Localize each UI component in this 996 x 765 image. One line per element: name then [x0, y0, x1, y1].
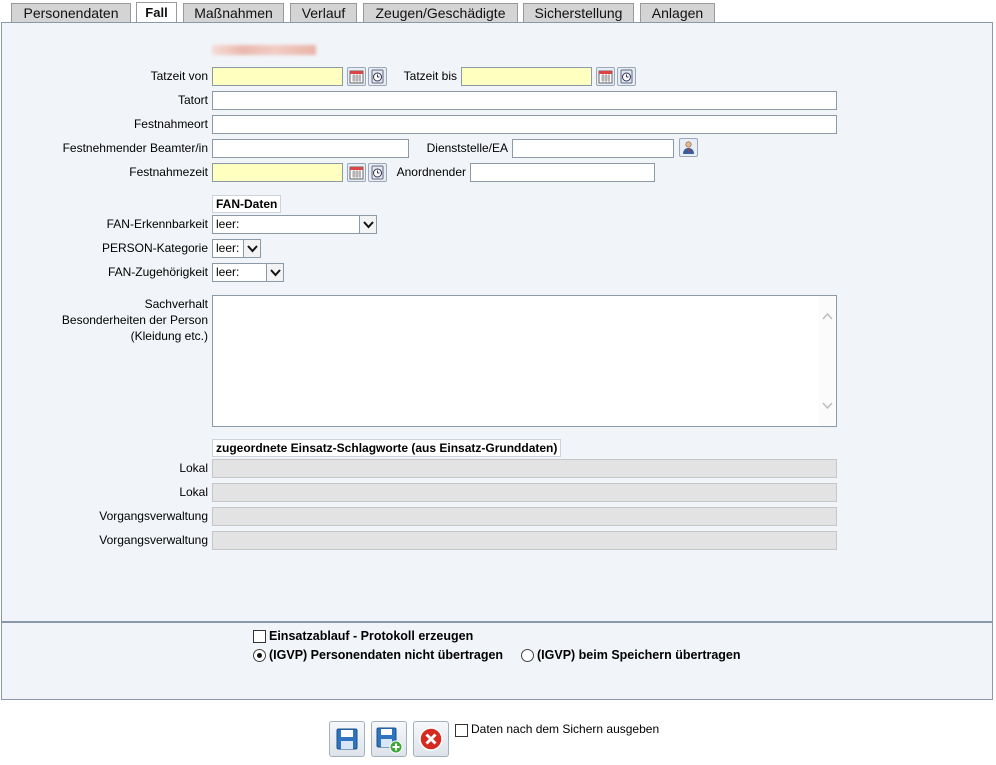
festnahmeort-input[interactable]	[212, 115, 837, 134]
festnahmezeit-input[interactable]	[212, 163, 343, 182]
schlagwort-field	[212, 459, 837, 478]
calendar-button[interactable]	[596, 67, 615, 86]
scroll-down-icon	[822, 402, 833, 410]
clock-icon	[620, 69, 633, 84]
sachverhalt-label: Sachverhalt	[144, 297, 208, 311]
schlagwort-field	[212, 483, 837, 502]
calendar-button[interactable]	[347, 163, 366, 182]
schlagwort-label: Lokal	[179, 485, 208, 499]
igvp-nicht-label: (IGVP) Personendaten nicht übertragen	[269, 648, 504, 662]
save-add-icon	[376, 727, 403, 754]
schlagwort-field	[212, 507, 837, 526]
calendar-icon	[598, 70, 613, 84]
chevron-down-icon	[243, 240, 260, 257]
redacted-name	[212, 45, 316, 55]
save-icon	[336, 728, 358, 750]
calendar-button[interactable]	[347, 67, 366, 86]
schlagwort-label: Vorgangsverwaltung	[99, 533, 208, 547]
schlagworte-heading: zugeordnete Einsatz-Schlagworte (aus Ein…	[212, 439, 562, 457]
kleidung-label: (Kleidung etc.)	[130, 329, 208, 343]
beamter-input[interactable]	[212, 139, 409, 158]
save-and-new-button[interactable]	[371, 721, 407, 757]
fan-zugehoerigkeit-label: FAN-Zugehörigkeit	[107, 265, 208, 279]
tatzeit-bis-label: Tatzeit bis	[403, 69, 457, 83]
clock-button[interactable]	[617, 67, 636, 86]
igvp-nicht-radio[interactable]	[253, 649, 266, 662]
fan-erkennbarkeit-label: FAN-Erkennbarkeit	[106, 217, 208, 231]
anordnender-label: Anordnender	[396, 165, 466, 179]
tatzeit-von-input[interactable]	[212, 67, 343, 86]
schlagwort-label: Lokal	[179, 461, 208, 475]
besonderheiten-label: Besonderheiten der Person	[61, 313, 208, 327]
person-search-icon	[683, 141, 694, 154]
sachverhalt-textarea[interactable]	[212, 295, 837, 427]
tab-fall[interactable]: Fall	[136, 2, 177, 24]
person-kategorie-value: leer:	[216, 241, 240, 255]
fan-erkennbarkeit-value: leer:	[216, 217, 240, 231]
tab-massnahmen[interactable]: Maßnahmen	[183, 3, 284, 23]
scroll-up-icon	[822, 312, 833, 320]
fan-erkennbarkeit-select[interactable]: leer:	[212, 215, 377, 234]
tab-zeugen[interactable]: Zeugen/Geschädigte	[363, 3, 518, 23]
protokoll-label: Einsatzablauf - Protokoll erzeugen	[269, 629, 474, 643]
fan-zugehoerigkeit-select[interactable]: leer:	[212, 263, 284, 282]
tab-anlagen[interactable]: Anlagen	[640, 3, 715, 23]
schlagwort-label: Vorgangsverwaltung	[99, 509, 208, 523]
dienststelle-input[interactable]	[512, 139, 674, 158]
igvp-speichern-radio[interactable]	[521, 649, 534, 662]
schlagwort-field	[212, 531, 837, 550]
tatort-label: Tatort	[177, 93, 208, 107]
ausgeben-checkbox[interactable]	[455, 724, 468, 737]
beamter-label: Festnehmender Beamter/in	[62, 141, 208, 155]
cancel-button[interactable]	[413, 721, 449, 757]
tatzeit-bis-input[interactable]	[461, 67, 592, 86]
user-lookup-button[interactable]	[679, 138, 698, 157]
igvp-speichern-label: (IGVP) beim Speichern übertragen	[537, 648, 741, 662]
textarea-scrollbar[interactable]	[819, 296, 836, 426]
protokoll-checkbox[interactable]	[253, 630, 266, 643]
festnahmezeit-label: Festnahmezeit	[129, 165, 208, 179]
calendar-icon	[349, 166, 364, 180]
fan-zugehoerigkeit-value: leer:	[216, 265, 240, 279]
save-button[interactable]	[329, 721, 365, 757]
ausgeben-label: Daten nach dem Sichern ausgeben	[471, 722, 660, 736]
dienststelle-label: Dienststelle/EA	[426, 141, 508, 155]
chevron-down-icon	[266, 264, 283, 281]
close-icon	[419, 727, 443, 751]
tab-personendaten[interactable]: Personendaten	[11, 3, 131, 23]
calendar-icon	[349, 70, 364, 84]
tatort-input[interactable]	[212, 91, 837, 110]
person-kategorie-select[interactable]: leer:	[212, 239, 261, 258]
chevron-down-icon	[359, 216, 376, 233]
fan-daten-heading: FAN-Daten	[212, 195, 282, 213]
tab-sicherstellung[interactable]: Sicherstellung	[523, 3, 634, 23]
tab-verlauf[interactable]: Verlauf	[290, 3, 357, 23]
anordnender-input[interactable]	[470, 163, 655, 182]
festnahmeort-label: Festnahmeort	[133, 117, 208, 131]
person-kategorie-label: PERSON-Kategorie	[101, 241, 208, 255]
tatzeit-von-label: Tatzeit von	[150, 69, 208, 83]
